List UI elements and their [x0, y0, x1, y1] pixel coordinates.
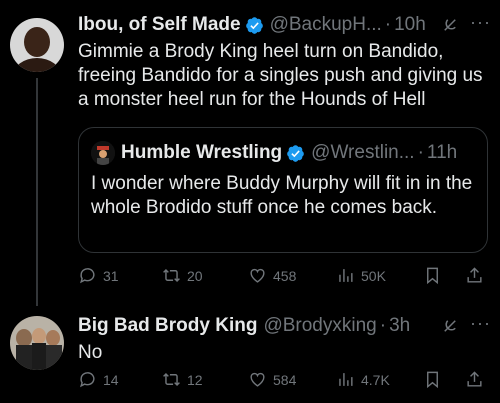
quoted-header: Humble Wrestling @Wrestlin... · 11h [121, 141, 457, 165]
repost-button[interactable]: 20 [162, 266, 203, 285]
share-icon [467, 267, 482, 283]
analytics-icon [339, 269, 353, 282]
avatar-humble-wrestling [91, 141, 115, 165]
verified-badge-icon [245, 16, 263, 34]
like-button[interactable]: 458 [248, 266, 296, 285]
tweet-ibou[interactable]: Ibou, of Self Made @BackupH... · 10h ···… [0, 0, 500, 306]
grok-icon[interactable] [441, 317, 459, 335]
quoted-author-name: Humble Wrestling [121, 142, 283, 163]
view-count: 4.7K [361, 371, 390, 388]
views-button[interactable]: 4.7K [336, 370, 390, 389]
quoted-tweet[interactable]: Humble Wrestling @Wrestlin... · 11h I wo… [78, 127, 488, 253]
views-button[interactable]: 50K [336, 266, 386, 285]
like-button[interactable]: 584 [248, 370, 296, 389]
like-count: 458 [273, 267, 297, 284]
more-options-icon[interactable]: ··· [470, 12, 491, 33]
repost-count: 12 [187, 371, 203, 388]
share-button[interactable] [465, 370, 484, 389]
tweet-text: No [78, 342, 103, 363]
action-bar: 14 12 584 4.7K [78, 370, 488, 394]
reply-count: 14 [103, 371, 119, 388]
view-count: 50K [361, 267, 386, 284]
quoted-text: I wonder where Buddy Murphy will fit in … [91, 173, 473, 218]
repost-icon [163, 372, 180, 387]
like-count: 584 [273, 371, 297, 388]
quoted-timestamp: 11h [426, 142, 458, 163]
author-handle[interactable]: @BackupH... [270, 13, 382, 37]
heart-icon [250, 372, 265, 387]
repost-count: 20 [187, 267, 203, 284]
heart-icon [250, 268, 265, 283]
reply-icon [80, 268, 95, 284]
tweet-header: Big Bad Brody King @Brodyxking · 3h [78, 314, 410, 338]
separator-dot: · [384, 14, 392, 35]
analytics-icon [339, 373, 353, 386]
timestamp[interactable]: 3h [389, 314, 410, 338]
bookmark-icon [427, 267, 438, 285]
avatar-ibou[interactable] [10, 18, 64, 72]
reply-icon [80, 372, 95, 388]
bookmark-button[interactable] [423, 266, 442, 285]
quoted-author-handle: @Wrestlin... [311, 142, 415, 163]
thread-line [36, 78, 38, 306]
separator-dot: · [379, 315, 387, 336]
repost-icon [163, 268, 180, 283]
action-bar: 31 20 458 50K [78, 266, 488, 290]
reply-count: 31 [103, 267, 119, 284]
reply-button[interactable]: 31 [78, 266, 119, 285]
bookmark-button[interactable] [423, 370, 442, 389]
separator-dot: · [417, 142, 424, 163]
tweet-text: Gimmie a Brody King heel turn on Bandido… [78, 41, 483, 110]
author-name[interactable]: Ibou, of Self Made [78, 13, 241, 37]
grok-icon[interactable] [441, 16, 459, 34]
reply-button[interactable]: 14 [78, 370, 119, 389]
share-icon [467, 371, 482, 387]
tweet-header: Ibou, of Self Made @BackupH... · 10h [78, 13, 426, 37]
timestamp[interactable]: 10h [394, 13, 426, 37]
tweet-brody-king[interactable]: Big Bad Brody King @Brodyxking · 3h ··· … [0, 300, 500, 403]
repost-button[interactable]: 12 [162, 370, 203, 389]
bookmark-icon [427, 371, 438, 389]
share-button[interactable] [465, 266, 484, 285]
author-name[interactable]: Big Bad Brody King [78, 314, 257, 338]
author-handle[interactable]: @Brodyxking [263, 314, 376, 338]
avatar-brody-king[interactable] [10, 316, 64, 370]
more-options-icon[interactable]: ··· [470, 313, 491, 334]
verified-badge-icon [287, 144, 304, 162]
